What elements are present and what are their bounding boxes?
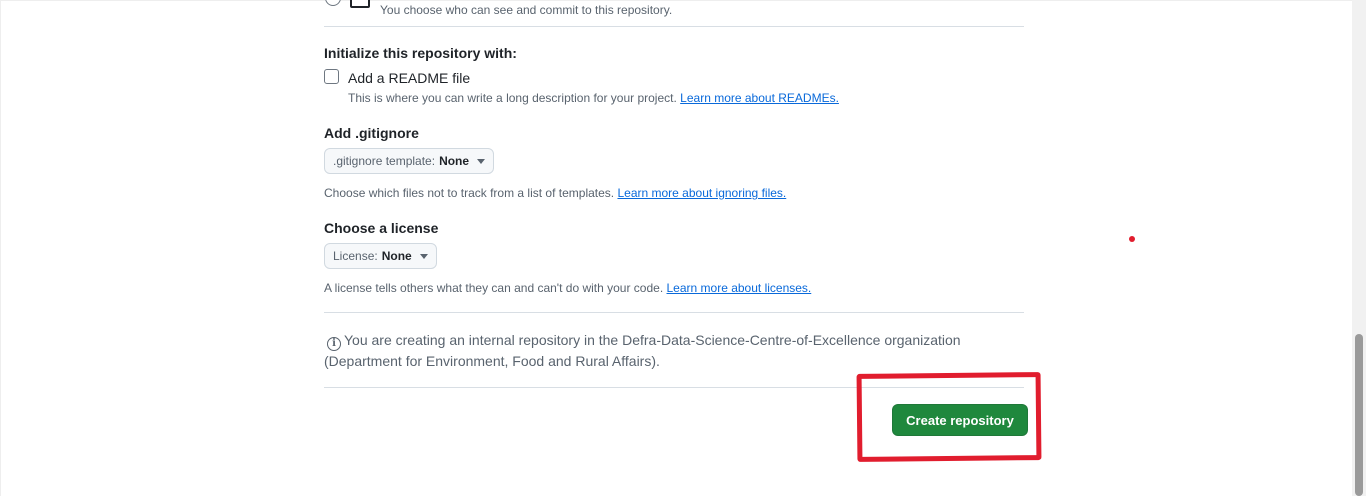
info-icon: i (327, 337, 341, 351)
readme-checkbox[interactable] (324, 69, 339, 84)
chevron-down-icon (419, 253, 428, 259)
license-learn-more-link[interactable]: Learn more about licenses. (667, 281, 812, 295)
readme-note: This is where you can write a long descr… (348, 91, 839, 105)
license-select[interactable]: License: None (324, 243, 437, 269)
visibility-description: You choose who can see and commit to thi… (380, 3, 673, 17)
scrollbar[interactable] (1352, 0, 1366, 496)
initialize-title: Initialize this repository with: (324, 45, 517, 61)
license-select-value: None (381, 249, 412, 263)
gitignore-note-text: Choose which files not to track from a l… (324, 186, 615, 200)
gitignore-template-select[interactable]: .gitignore template: None (324, 148, 495, 174)
gitignore-select-value: None (439, 154, 470, 168)
readme-note-text: This is where you can write a long descr… (348, 91, 677, 105)
readme-learn-more-link[interactable]: Learn more about READMEs. (680, 91, 839, 105)
license-note: A license tells others what they can and… (324, 281, 811, 295)
gitignore-title: Add .gitignore (324, 125, 419, 141)
page: You choose who can see and commit to thi… (0, 0, 1366, 496)
annotation-cursor-dot (1129, 236, 1135, 242)
license-select-prefix: License: (333, 249, 378, 263)
section-divider (324, 312, 1024, 313)
visibility-option-private[interactable]: You choose who can see and commit to thi… (324, 0, 1024, 27)
license-note-text: A license tells others what they can and… (324, 281, 664, 295)
visibility-radio[interactable] (325, 0, 341, 6)
gitignore-learn-more-link[interactable]: Learn more about ignoring files. (617, 186, 786, 200)
internal-repo-notice: i You are creating an internal repository… (324, 330, 984, 372)
window-edge (0, 0, 1352, 496)
annotation-highlight-box (856, 372, 1042, 462)
license-title: Choose a license (324, 220, 439, 236)
chevron-down-icon (477, 158, 486, 164)
readme-checkbox-label[interactable]: Add a README file (348, 70, 470, 86)
internal-repo-notice-text: You are creating an internal repository … (324, 332, 961, 369)
gitignore-select-prefix: .gitignore template: (333, 154, 436, 168)
lock-icon (350, 0, 370, 8)
scrollbar-thumb[interactable] (1355, 334, 1363, 496)
gitignore-note: Choose which files not to track from a l… (324, 186, 786, 200)
